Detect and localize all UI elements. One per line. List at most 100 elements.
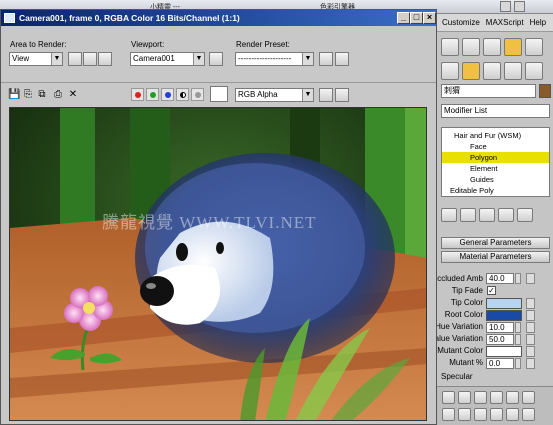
stack-item-polygon[interactable]: Polygon <box>442 152 549 163</box>
schematic-icon[interactable] <box>462 38 480 56</box>
snap-icon[interactable] <box>441 38 459 56</box>
root-color-swatch[interactable] <box>486 310 522 321</box>
value-variation-map-button[interactable] <box>526 334 535 345</box>
save-image-icon[interactable]: 💾 <box>8 89 20 101</box>
animation-controls <box>436 386 553 425</box>
stack-item-editable-poly[interactable]: Editable Poly <box>442 185 549 196</box>
pin-stack-icon[interactable] <box>441 208 457 222</box>
clear-icon[interactable]: ✕ <box>67 89 79 101</box>
monochrome-toggle[interactable] <box>191 88 204 101</box>
alpha-channel-toggle[interactable] <box>176 88 189 101</box>
copy-image-icon[interactable]: ⎘ <box>22 89 34 101</box>
display-alpha-icon[interactable] <box>319 88 333 102</box>
window-maximize-button[interactable]: □ <box>410 12 423 24</box>
maximize-viewport-icon[interactable] <box>522 408 535 421</box>
goto-end-icon[interactable] <box>474 391 487 404</box>
hierarchy-tab-icon[interactable] <box>483 62 501 80</box>
close-icon[interactable] <box>514 1 525 12</box>
tip-color-map-button[interactable] <box>526 298 535 309</box>
watermark-text: 騰龍視覺 WWW.TLVI.NET <box>102 213 317 232</box>
environment-effects-icon[interactable] <box>335 52 349 66</box>
make-unique-icon[interactable] <box>479 208 495 222</box>
key-mode-icon[interactable] <box>442 408 455 421</box>
menu-help[interactable]: Help <box>530 18 546 27</box>
blue-channel-toggle[interactable] <box>161 88 174 101</box>
occluded-amb-map-button[interactable] <box>526 273 535 284</box>
clone-frame-icon[interactable]: ⧉ <box>36 89 48 101</box>
display-toggle-icon[interactable] <box>335 88 349 102</box>
stack-item-element[interactable]: Element <box>442 163 549 174</box>
rendered-frame-window: Camera001, frame 0, RGBA Color 16 Bits/C… <box>0 9 437 425</box>
window-close-button[interactable]: × <box>423 12 436 24</box>
object-color-swatch[interactable] <box>539 84 551 98</box>
menu-maxscript[interactable]: MAXScript <box>486 18 524 27</box>
window-minimize-button[interactable]: _ <box>397 12 410 24</box>
red-channel-toggle[interactable] <box>131 88 144 101</box>
remove-modifier-icon[interactable] <box>498 208 514 222</box>
rendered-image[interactable]: 騰龍視覺 WWW.TLVI.NET <box>9 107 427 421</box>
modifier-list-label: Modifier List <box>444 106 488 115</box>
hue-variation-field[interactable]: 10.0 <box>486 322 514 333</box>
tip-color-swatch[interactable] <box>486 298 522 309</box>
pan-icon[interactable] <box>490 408 503 421</box>
configure-sets-icon[interactable] <box>517 208 533 222</box>
create-tab-icon[interactable] <box>441 62 459 80</box>
area-to-render-dropdown[interactable]: View ▼ <box>9 52 63 66</box>
occluded-amb-label: Occluded Amb. <box>437 274 483 283</box>
mutant-percent-spinner[interactable] <box>515 358 521 369</box>
root-color-map-button[interactable] <box>526 310 535 321</box>
hue-variation-label: Hue Variation <box>437 322 483 331</box>
mutant-color-swatch[interactable] <box>486 346 522 357</box>
object-name-field[interactable]: 刺猬 <box>441 84 536 98</box>
orbit-icon[interactable] <box>506 408 519 421</box>
field-of-view-icon[interactable] <box>474 408 487 421</box>
value-variation-spinner[interactable] <box>515 334 521 345</box>
modifier-list-dropdown[interactable]: Modifier List <box>441 104 550 118</box>
occluded-amb-field[interactable]: 40.0 <box>486 273 514 284</box>
zoom-extents-icon[interactable] <box>522 391 535 404</box>
root-color-label: Root Color <box>444 310 483 319</box>
stack-item-label: Polygon <box>470 153 498 162</box>
material-editor-icon[interactable] <box>483 38 501 56</box>
rollout-general-parameters[interactable]: General Parameters <box>441 237 550 249</box>
print-image-icon[interactable]: ⎙ <box>52 89 64 101</box>
background-color-swatch[interactable] <box>210 86 228 102</box>
show-end-result-icon[interactable] <box>460 208 476 222</box>
menu-customize[interactable]: Customize <box>442 18 480 27</box>
motion-tab-icon[interactable] <box>504 62 522 80</box>
mutant-percent-field[interactable]: 0.0 <box>486 358 514 369</box>
rendered-frame-title-bar[interactable]: Camera001, frame 0, RGBA Color 16 Bits/C… <box>1 10 436 26</box>
mutant-color-map-button[interactable] <box>526 346 535 357</box>
time-config-icon[interactable] <box>458 408 471 421</box>
alpha-icon <box>180 92 186 98</box>
green-channel-toggle[interactable] <box>146 88 159 101</box>
value-variation-field[interactable]: 50.0 <box>486 334 514 345</box>
hue-variation-spinner[interactable] <box>515 322 521 333</box>
goto-start-icon[interactable] <box>442 391 455 404</box>
render-preset-dropdown[interactable]: -------------------- ▼ <box>235 52 314 66</box>
render-icon[interactable] <box>525 38 543 56</box>
play-icon[interactable] <box>458 391 471 404</box>
display-tab-icon[interactable] <box>525 62 543 80</box>
modify-tab-icon[interactable] <box>462 62 480 80</box>
hue-variation-map-button[interactable] <box>526 322 535 333</box>
render-setup-icon[interactable] <box>319 52 333 66</box>
stack-item-guides[interactable]: Guides <box>442 174 549 185</box>
stack-item-face[interactable]: Face <box>442 141 549 152</box>
minimize-icon[interactable] <box>500 1 511 12</box>
viewport-dropdown[interactable]: Camera001 ▼ <box>130 52 205 66</box>
chevron-down-icon: ▼ <box>302 89 313 101</box>
tip-fade-checkbox[interactable]: ✓ <box>487 286 496 295</box>
zoom-all-icon[interactable] <box>506 391 519 404</box>
rollout-material-parameters[interactable]: Material Parameters <box>441 251 550 263</box>
mutant-percent-map-button[interactable] <box>526 358 535 369</box>
stack-item-hair-and-fur[interactable]: Hair and Fur (WSM) <box>442 130 549 141</box>
edit-region-icon[interactable] <box>68 52 82 66</box>
lock-viewport-icon[interactable] <box>209 52 223 66</box>
region-options-icon[interactable] <box>98 52 112 66</box>
occluded-amb-spinner[interactable] <box>515 273 521 284</box>
auto-region-icon[interactable] <box>83 52 97 66</box>
zoom-icon[interactable] <box>490 391 503 404</box>
render-setup-icon[interactable] <box>504 38 522 56</box>
channel-display-dropdown[interactable]: RGB Alpha ▼ <box>235 88 314 102</box>
